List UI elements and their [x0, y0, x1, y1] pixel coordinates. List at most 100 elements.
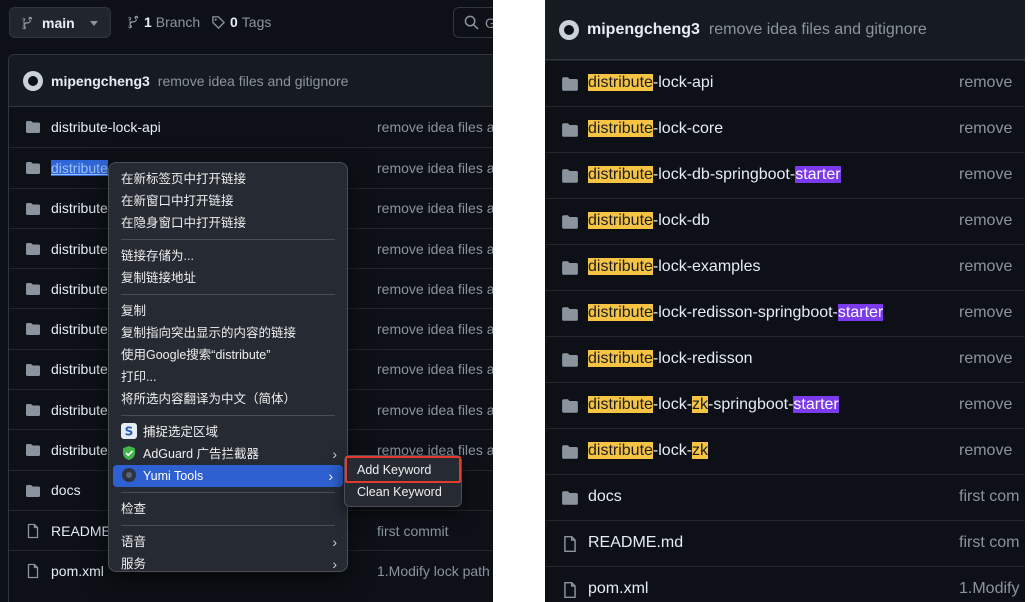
commit-message-link[interactable]: remove: [959, 350, 1012, 368]
tags-link[interactable]: 0 Tags: [211, 14, 271, 30]
file-row[interactable]: docs first com: [545, 474, 1025, 520]
file-name-link[interactable]: distribute-lock-examples: [588, 258, 761, 276]
commit-message-link[interactable]: remove: [959, 258, 1012, 276]
file-name-link[interactable]: README.md: [588, 534, 683, 552]
branch-selector-button[interactable]: main: [9, 7, 111, 38]
commit-message-link[interactable]: first com: [959, 534, 1019, 552]
commit-message[interactable]: remove idea files and gitignore: [158, 73, 349, 89]
avatar[interactable]: [23, 70, 43, 91]
commit-author[interactable]: mipengcheng3: [51, 73, 150, 89]
file-row[interactable]: distribute-lock-api remove idea files a: [9, 107, 493, 147]
file-name-link[interactable]: distribute-lock-core: [588, 120, 723, 138]
menu-item-services[interactable]: 服务 ›: [109, 553, 347, 575]
menu-item-open-new-tab[interactable]: 在新标签页中打开链接: [109, 168, 347, 190]
file-name-link[interactable]: pom.xml: [51, 563, 104, 579]
menu-item-copy-link-address[interactable]: 复制链接地址: [109, 267, 347, 289]
file-name-link[interactable]: distribute: [51, 442, 108, 458]
commit-message[interactable]: remove idea files and gitignore: [709, 21, 927, 39]
go-to-file-search[interactable]: G: [453, 7, 493, 38]
menu-item-translate[interactable]: 将所选内容翻译为中文（简体）: [109, 388, 347, 410]
commit-author[interactable]: mipengcheng3: [587, 21, 700, 39]
commit-message-link[interactable]: remove: [959, 304, 1012, 322]
folder-icon: [26, 484, 40, 497]
commit-message-link[interactable]: remove idea files a: [377, 402, 493, 418]
file-row[interactable]: README.md first com: [545, 520, 1025, 566]
commit-message-link[interactable]: remove: [959, 212, 1012, 230]
commit-message-link[interactable]: remove idea files a: [377, 160, 493, 176]
file-row[interactable]: distribute-lock-examples remove: [545, 244, 1025, 290]
menu-item-capture-area[interactable]: S 捕捉选定区域: [109, 421, 347, 443]
commit-message-link[interactable]: remove: [959, 396, 1012, 414]
row-icon: [561, 581, 579, 602]
file-name-link[interactable]: README: [51, 523, 111, 539]
menu-item-copy-link-to-highlight[interactable]: 复制指向突出显示的内容的链接: [109, 322, 347, 344]
file-name-link[interactable]: docs: [588, 488, 622, 506]
folder-icon: [562, 307, 578, 321]
file-name-link[interactable]: distribute-lock-redisson: [588, 350, 753, 368]
file-name-link[interactable]: distribute-lock-db: [588, 212, 710, 230]
commit-message-link[interactable]: remove idea files a: [377, 321, 493, 337]
menu-item-search-google[interactable]: 使用Google搜索“distribute”: [109, 344, 347, 366]
commit-message-link[interactable]: first commit: [377, 523, 449, 539]
commit-message-link[interactable]: 1.Modify lock path: [377, 563, 490, 579]
commit-message-link[interactable]: remove idea files a: [377, 200, 493, 216]
file-name-link[interactable]: distribute: [51, 159, 108, 176]
file-row[interactable]: distribute-lock-redisson remove: [545, 336, 1025, 382]
menu-item-print[interactable]: 打印...: [109, 366, 347, 388]
folder-icon: [26, 162, 40, 175]
file-name-link[interactable]: distribute-lock-db-springboot-starter: [588, 166, 841, 184]
menu-item-yumi-tools[interactable]: Yumi Tools ›: [113, 465, 343, 487]
file-row[interactable]: distribute-lock-zk remove: [545, 428, 1025, 474]
file-name-link[interactable]: distribute: [51, 321, 108, 337]
row-icon: [25, 321, 41, 340]
file-name-link[interactable]: docs: [51, 482, 81, 498]
file-name-link[interactable]: distribute: [51, 241, 108, 257]
file-row[interactable]: distribute-lock-db-springboot-starter rem…: [545, 152, 1025, 198]
file-name-link[interactable]: distribute-lock-api: [588, 74, 713, 92]
file-row[interactable]: distribute-lock-redisson-springboot-star…: [545, 290, 1025, 336]
commit-message-link[interactable]: remove idea files a: [377, 281, 493, 297]
submenu-item-clean-keyword[interactable]: Clean Keyword: [345, 481, 461, 503]
menu-item-copy[interactable]: 复制: [109, 300, 347, 322]
file-row[interactable]: pom.xml 1.Modify: [545, 566, 1025, 602]
file-name-link[interactable]: distribute-lock-api: [51, 119, 161, 135]
file-name-link[interactable]: distribute-lock-zk-springboot-starter: [588, 396, 839, 414]
menu-item-speech[interactable]: 语音 ›: [109, 531, 347, 553]
folder-icon: [26, 404, 40, 417]
file-row[interactable]: distribute-lock-zk-springboot-starter rem…: [545, 382, 1025, 428]
menu-item-label: 服务: [121, 557, 147, 571]
menu-item-open-new-window[interactable]: 在新窗口中打开链接: [109, 190, 347, 212]
commit-message-link[interactable]: remove idea files a: [377, 241, 493, 257]
keyword-highlight-purple: starter: [793, 396, 839, 413]
menu-item-inspect[interactable]: 检查: [109, 498, 347, 520]
menu-item-adguard[interactable]: AdGuard 广告拦截器 ›: [109, 443, 347, 465]
file-name-link[interactable]: distribute: [51, 361, 108, 377]
menu-item-save-link-as[interactable]: 链接存储为...: [109, 245, 347, 267]
file-row[interactable]: distribute-lock-db remove: [545, 198, 1025, 244]
file-row[interactable]: distribute-lock-core remove: [545, 106, 1025, 152]
commit-message-link[interactable]: 1.Modify: [959, 580, 1019, 598]
file-name-link[interactable]: pom.xml: [588, 580, 648, 598]
file-name-link[interactable]: distribute-lock-zk: [588, 442, 709, 460]
file-name-part: pom.xml: [588, 580, 649, 597]
file-name-link[interactable]: distribute: [51, 281, 108, 297]
row-icon: [561, 167, 579, 190]
row-icon: [561, 121, 579, 144]
menu-item-open-incognito[interactable]: 在隐身窗口中打开链接: [109, 212, 347, 234]
file-name-link[interactable]: distribute: [51, 402, 108, 418]
file-name-part: -lock-: [652, 442, 693, 459]
commit-message-link[interactable]: remove idea files a: [377, 361, 493, 377]
file-name-link[interactable]: distribute: [51, 200, 108, 216]
file-name-link[interactable]: distribute-lock-redisson-springboot-star…: [588, 304, 884, 322]
commit-message-link[interactable]: remove: [959, 74, 1012, 92]
commit-message-link[interactable]: first com: [959, 488, 1019, 506]
commit-message-link[interactable]: remove: [959, 120, 1012, 138]
keyword-highlight-yellow: distribute: [588, 396, 653, 413]
branches-link[interactable]: 1 Branch: [126, 14, 200, 30]
avatar[interactable]: [559, 19, 579, 40]
file-row[interactable]: distribute-lock-api remove: [545, 60, 1025, 106]
file-name-part: -lock-redisson: [652, 350, 753, 367]
commit-message-link[interactable]: remove idea files a: [377, 119, 493, 135]
commit-message-link[interactable]: remove: [959, 442, 1012, 460]
commit-message-link[interactable]: remove: [959, 166, 1012, 184]
